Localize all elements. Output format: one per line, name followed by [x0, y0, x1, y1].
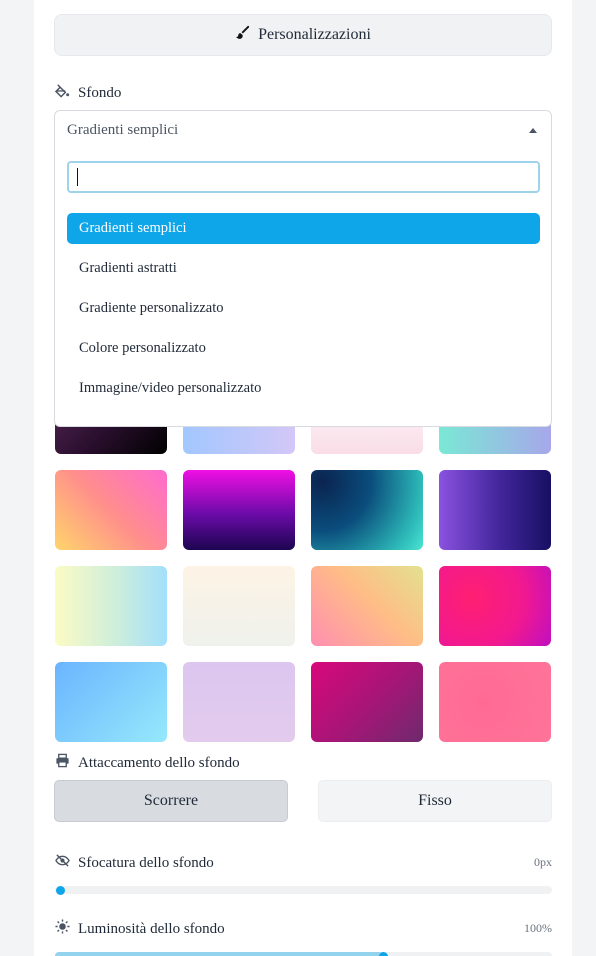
attachment-scroll-button[interactable]: Scorrere	[54, 780, 288, 822]
option-label: Gradiente personalizzato	[79, 300, 224, 316]
gradient-tile[interactable]	[183, 662, 295, 742]
option-gradienti-semplici[interactable]: Gradienti semplici	[67, 213, 540, 244]
option-label: Colore personalizzato	[79, 340, 206, 356]
gradient-tile[interactable]	[311, 566, 423, 646]
option-colore-personalizzato[interactable]: Colore personalizzato	[67, 333, 540, 364]
blur-label: Sfocatura dello sfondo	[78, 854, 214, 871]
caret-up-icon	[529, 128, 537, 133]
customizations-button[interactable]: Personalizzazioni	[54, 14, 552, 56]
gradient-tile[interactable]	[55, 470, 167, 550]
attachment-label-row: Attaccamento dello sfondo	[55, 753, 240, 773]
blur-value: 0px	[534, 855, 552, 869]
gradient-tile[interactable]	[55, 566, 167, 646]
gradient-tile[interactable]	[439, 662, 551, 742]
option-label: Immagine/video personalizzato	[79, 380, 262, 396]
gradient-tile[interactable]	[311, 470, 423, 550]
attachment-label: Attaccamento dello sfondo	[78, 754, 240, 771]
brightness-value: 100%	[524, 921, 552, 935]
blur-slider-thumb[interactable]	[56, 885, 65, 895]
select-value: Gradienti semplici	[67, 121, 179, 138]
paint-bucket-icon	[54, 83, 70, 103]
eye-slash-icon	[55, 853, 70, 873]
background-label-row: Sfondo	[54, 83, 122, 103]
gradient-tile[interactable]	[439, 566, 551, 646]
brightness-slider[interactable]	[55, 951, 552, 956]
option-label: Gradienti astratti	[79, 260, 177, 276]
gradient-tile[interactable]	[55, 662, 167, 742]
gradient-tile[interactable]	[439, 470, 551, 550]
sun-icon	[55, 919, 70, 939]
dropdown-search-input[interactable]	[67, 161, 540, 193]
gradient-tile[interactable]	[183, 566, 295, 646]
background-type-dropdown: Gradienti semplici Gradienti astratti Gr…	[54, 149, 552, 427]
background-type-select[interactable]: Gradienti semplici	[54, 110, 552, 150]
printer-icon	[55, 753, 70, 773]
segment-label: Scorrere	[143, 792, 199, 809]
blur-slider[interactable]	[55, 885, 552, 895]
option-label: Gradienti semplici	[79, 220, 187, 236]
brightness-slider-thumb[interactable]	[378, 951, 388, 956]
option-gradiente-personalizzato[interactable]: Gradiente personalizzato	[67, 293, 540, 324]
background-label: Sfondo	[78, 84, 122, 101]
brightness-label: Luminosità dello sfondo	[78, 920, 225, 937]
attachment-fixed-button[interactable]: Fisso	[318, 780, 552, 822]
option-gradienti-astratti[interactable]: Gradienti astratti	[67, 253, 540, 284]
paintbrush-icon	[235, 25, 250, 45]
text-cursor	[77, 168, 78, 186]
brightness-label-row: Luminosità dello sfondo	[55, 919, 225, 939]
blur-label-row: Sfocatura dello sfondo	[55, 853, 214, 873]
option-immagine-video-personalizzato[interactable]: Immagine/video personalizzato	[67, 373, 540, 404]
brightness-slider-fill	[55, 952, 384, 956]
customizations-label: Personalizzazioni	[258, 26, 371, 43]
gradient-tile[interactable]	[311, 662, 423, 742]
segment-label: Fisso	[418, 792, 452, 809]
gradient-tile[interactable]	[183, 470, 295, 550]
